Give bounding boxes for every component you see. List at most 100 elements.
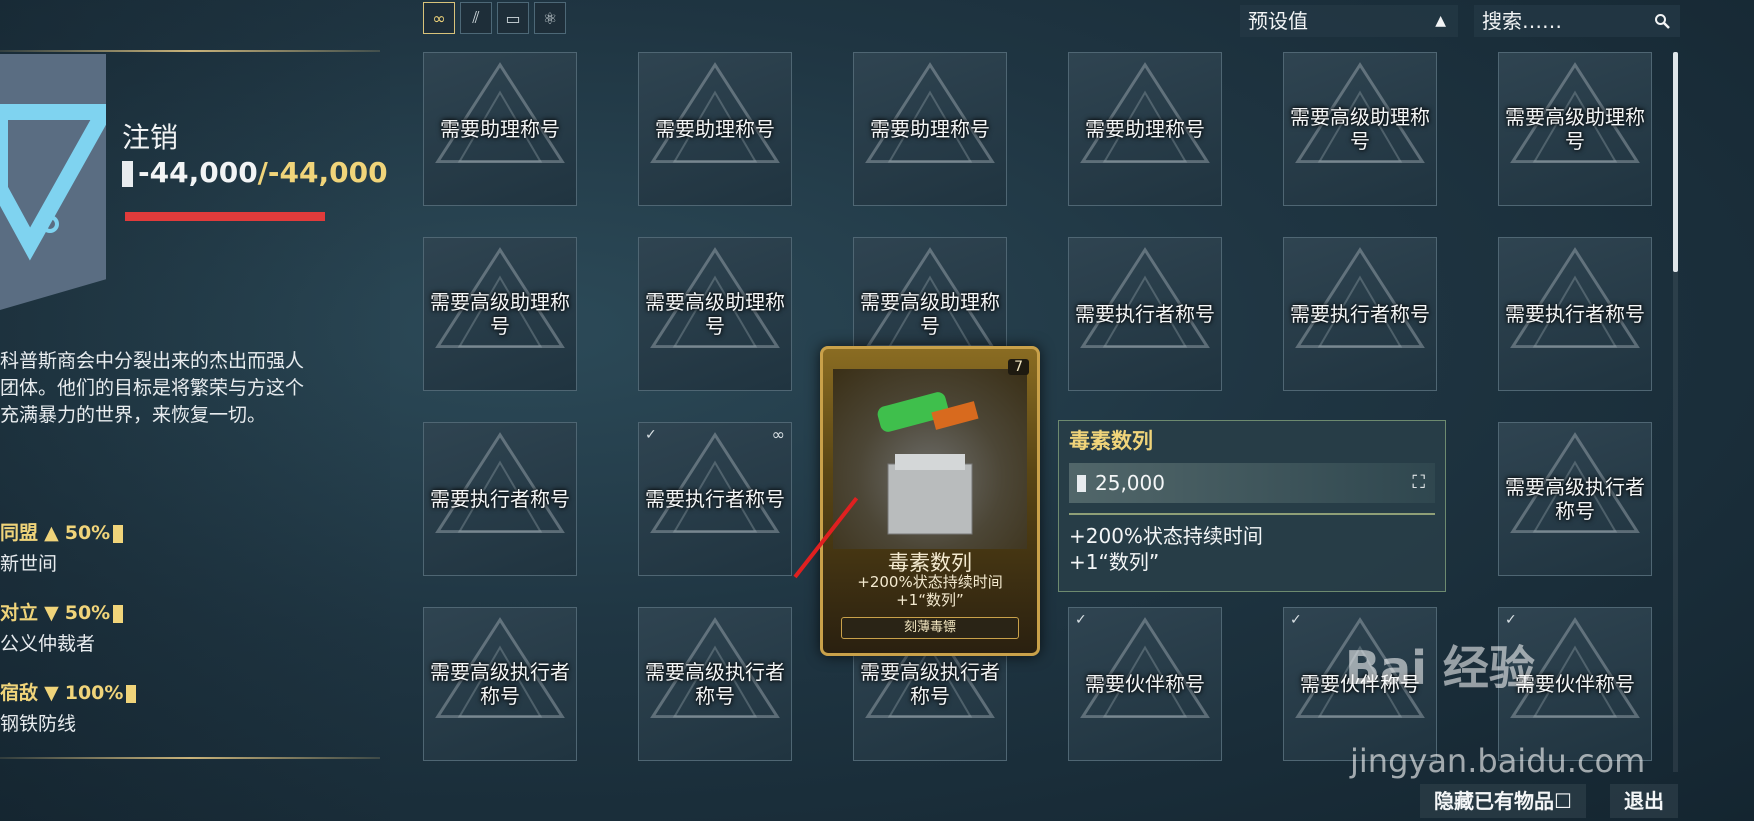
watermark-url: jingyan.baidu.com	[1350, 742, 1646, 780]
item-stat-line: +200%状态持续时间	[1069, 524, 1263, 548]
grid-tile[interactable]: 需要高级执行者称号	[423, 607, 577, 761]
grid-tile[interactable]: 需要助理称号	[1068, 52, 1222, 206]
bottom-divider	[0, 757, 380, 759]
relation-direction: ▼	[44, 602, 59, 624]
tile-requirement-label: 需要高级助理称号	[645, 290, 785, 338]
search-input[interactable]: 搜索……	[1474, 5, 1680, 37]
standing-separator: /	[257, 156, 268, 189]
grid-tile[interactable]: 需要高级执行者称号	[638, 607, 792, 761]
filter-infinity-button[interactable]: ∞	[423, 2, 455, 34]
item-price[interactable]: 25,000 ⛶	[1069, 463, 1435, 503]
tile-requirement-label: 需要助理称号	[1085, 117, 1205, 141]
mod-icon	[877, 392, 979, 535]
grid-tile[interactable]: 需要高级助理称号	[1498, 52, 1652, 206]
grid-tile[interactable]: 需要助理称号	[853, 52, 1007, 206]
chevron-up-icon: ▲	[1435, 13, 1446, 29]
relation-enemy: 宿敌 ▼ 100% 钢铁防线	[0, 678, 137, 736]
relation-label: 同盟	[0, 522, 39, 544]
relation-percent: 50%	[64, 522, 111, 544]
search-placeholder: 搜索……	[1482, 9, 1562, 33]
standing-max: -44,000	[267, 156, 388, 189]
grid-tile[interactable]: 需要助理称号	[638, 52, 792, 206]
grid-tile[interactable]: 需要执行者称号	[1283, 237, 1437, 391]
standing-current: -44,000	[138, 156, 258, 189]
tile-requirement-label: 需要高级执行者称号	[645, 660, 785, 708]
atom-icon: ⚛	[542, 8, 558, 28]
tile-requirement-label: 需要执行者称号	[1075, 302, 1215, 326]
faction-description: 科普斯商会中分裂出来的杰出而强人团体。他们的目标是将繁荣与方这个充满暴力的世界，…	[0, 350, 305, 426]
grid-tile[interactable]: 需要高级助理称号	[638, 237, 792, 391]
standing-icon	[113, 604, 124, 623]
standing-value: -44,000/-44,000	[122, 156, 388, 189]
relation-faction: 钢铁防线	[0, 713, 77, 735]
tile-requirement-label: 需要高级执行者称号	[430, 660, 570, 708]
item-title: 毒素数列	[1069, 429, 1153, 453]
owned-check-icon: ✓	[1505, 612, 1517, 628]
item-info-panel: 毒素数列 25,000 ⛶ +200%状态持续时间 +1“数列”	[1058, 420, 1446, 592]
preset-dropdown[interactable]: 预设值 ▲	[1240, 5, 1458, 37]
owned-check-icon: ✓	[1075, 612, 1087, 628]
mod-stat-line: +1“数列”	[896, 591, 964, 609]
tile-requirement-label: 需要执行者称号	[1290, 302, 1430, 326]
standing-icon	[126, 684, 137, 703]
grid-tile[interactable]: 需要执行者称号	[1498, 237, 1652, 391]
mod-art	[833, 369, 1027, 549]
grid-tile[interactable]: 需要高级助理称号	[423, 237, 577, 391]
tile-requirement-label: 需要助理称号	[655, 117, 775, 141]
tile-requirement-label: 需要助理称号	[870, 117, 990, 141]
grid-tile[interactable]: ✓ ∞ 需要执行者称号	[638, 422, 792, 576]
relation-direction: ▲	[44, 522, 59, 544]
tile-requirement-label: 需要执行者称号	[1505, 302, 1645, 326]
infinity-icon: ∞	[771, 425, 785, 444]
relation-opposed: 对立 ▼ 50% 公义仲裁者	[0, 598, 124, 656]
emblem-icon	[0, 104, 106, 261]
tile-requirement-label: 需要高级助理称号	[860, 290, 1000, 338]
mod-rank-badge: 7	[1008, 359, 1029, 375]
grid-tile[interactable]: 需要执行者称号	[1068, 237, 1222, 391]
tile-requirement-label: 需要高级助理称号	[1505, 105, 1645, 153]
filter-stripes-button[interactable]: ⫽	[460, 2, 492, 34]
standing-bar	[125, 212, 325, 221]
relation-faction: 公义仲裁者	[0, 633, 96, 655]
grid-tile[interactable]: ✓ 需要伙伴称号	[1068, 607, 1222, 761]
relation-percent: 100%	[64, 682, 124, 704]
relation-percent: 50%	[64, 602, 111, 624]
tile-requirement-label: 需要助理称号	[440, 117, 560, 141]
relation-label: 对立	[0, 602, 39, 624]
owned-check-icon: ✓	[1290, 612, 1302, 628]
info-divider	[1069, 513, 1435, 515]
standing-icon	[1077, 475, 1086, 492]
owned-check-icon: ✓	[645, 427, 657, 443]
scrollbar-thumb[interactable]	[1673, 52, 1678, 272]
grid-tile[interactable]: 需要高级执行者称号	[1498, 422, 1652, 576]
purchase-icon[interactable]: ⛶	[1412, 463, 1425, 503]
relation-label: 宿敌	[0, 682, 39, 704]
grid-tile[interactable]: 需要高级助理称号	[1283, 52, 1437, 206]
grid-tile[interactable]: 需要助理称号	[423, 52, 577, 206]
filter-card-button[interactable]: ▭	[497, 2, 529, 34]
mod-stat-line: +200%状态持续时间	[857, 573, 1003, 591]
hide-owned-toggle[interactable]: 隐藏已有物品☐	[1420, 784, 1586, 818]
tile-requirement-label: 需要高级执行者称号	[860, 660, 1000, 708]
mod-set-label: 刻薄毒镖	[841, 617, 1019, 639]
tile-requirement-label: 需要执行者称号	[430, 487, 570, 511]
item-stats: +200%状态持续时间 +1“数列”	[1069, 523, 1263, 575]
relation-direction: ▼	[44, 682, 59, 704]
relation-faction: 新世间	[0, 553, 58, 575]
preset-label: 预设值	[1248, 9, 1308, 33]
stripes-icon: ⫽	[472, 8, 480, 27]
tile-requirement-label: 需要执行者称号	[645, 487, 785, 511]
item-stat-line: +1“数列”	[1069, 550, 1160, 574]
grid-tile[interactable]: 需要执行者称号	[423, 422, 577, 576]
relation-ally: 同盟 ▲ 50% 新世间	[0, 518, 124, 576]
tile-requirement-label: 需要高级执行者称号	[1505, 475, 1645, 523]
mod-stats: +200%状态持续时间 +1“数列”	[823, 573, 1037, 609]
exit-button[interactable]: 退出	[1610, 784, 1678, 818]
tile-requirement-label: 需要高级助理称号	[430, 290, 570, 338]
standing-icon	[113, 524, 124, 543]
tile-requirement-label: 需要伙伴称号	[1085, 672, 1205, 696]
card-icon: ▭	[505, 8, 521, 28]
standing-icon	[122, 161, 133, 187]
filter-atom-button[interactable]: ⚛	[534, 2, 566, 34]
search-icon	[1654, 5, 1670, 40]
